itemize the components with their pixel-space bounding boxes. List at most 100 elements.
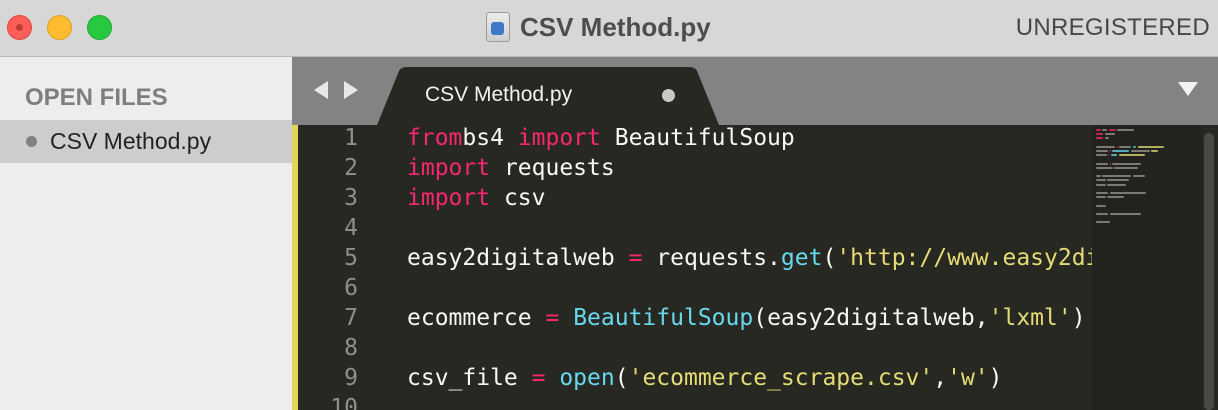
minimap-line [1109, 213, 1141, 215]
code-token: csv_file [407, 365, 532, 391]
code-token: , [933, 365, 948, 391]
code-line[interactable]: import requests [407, 153, 615, 183]
minimap-line [1096, 204, 1106, 207]
sidebar-file-item[interactable]: CSV Method.py [0, 120, 292, 163]
code-token: 'lxml' [988, 305, 1072, 331]
line-number: 1 [344, 125, 358, 151]
code-token: import [407, 185, 491, 211]
code-token: requests. [642, 245, 781, 271]
minimap-line [1096, 129, 1101, 131]
minimap-line [1114, 166, 1139, 169]
minimap-line [1096, 162, 1108, 165]
line-number: 8 [344, 335, 358, 361]
code-token: ) [1071, 305, 1086, 331]
line-number: 7 [344, 305, 358, 331]
code-token: ( [822, 245, 837, 271]
title-bar: CSV Method.py UNREGISTERED [0, 0, 1218, 57]
close-window-button[interactable] [7, 15, 32, 40]
line-number: 5 [344, 245, 358, 271]
minimap-line [1096, 183, 1106, 186]
code-line[interactable]: frombs4 import BeautifulSoup [407, 125, 795, 153]
code-token: easy2digitalweb [407, 245, 629, 271]
tab-modified-dot-icon[interactable] [662, 89, 675, 102]
code-token: open [545, 365, 615, 391]
minimap-line [1109, 150, 1111, 152]
minimap-line [1096, 150, 1108, 152]
minimap-line [1102, 129, 1108, 131]
line-number: 10 [330, 395, 358, 410]
minimap-line [1116, 145, 1118, 148]
minimap-line [1138, 145, 1165, 148]
tab-bar: CSV Method.py [292, 57, 1218, 125]
tab-csv-method[interactable]: CSV Method.py [377, 67, 727, 125]
minimap-line [1109, 192, 1146, 194]
minimap-line [1112, 162, 1141, 165]
minimap-line [1096, 166, 1113, 169]
minimap-line [1130, 150, 1150, 152]
code-editor[interactable]: 1 2 3 4 5 6 7 8 9 10 frombs4 import BeautifulSoup… [292, 125, 1218, 410]
minimap-line [1108, 129, 1116, 131]
code-area[interactable]: frombs4 import BeautifulSoup import reque… [407, 125, 1097, 410]
license-status: UNREGISTERED [1015, 14, 1210, 41]
minimap-line [1096, 137, 1104, 140]
minimap-line [1117, 129, 1135, 131]
minimap-line [1096, 154, 1107, 157]
code-token: BeautifulSoup [600, 125, 795, 151]
window-title-group: CSV Method.py [486, 10, 711, 44]
code-line[interactable]: csv_file = open('ecommerce_scrape.csv','… [407, 363, 1003, 393]
code-token: requests [490, 155, 615, 181]
code-token: import [517, 125, 601, 151]
minimap-line [1096, 179, 1106, 182]
code-token: = [545, 305, 560, 331]
code-token: ) [988, 365, 1003, 391]
line-number: 2 [344, 155, 358, 181]
code-token: 'http://www.easy2di [836, 245, 1097, 271]
line-number: 3 [344, 185, 358, 211]
code-token: 'ecommerce_scrape.csv' [628, 365, 934, 391]
line-number: 9 [344, 365, 358, 391]
minimap-line [1107, 179, 1129, 182]
code-token: (easy2digitalweb, [753, 305, 989, 331]
minimap-line [1107, 196, 1124, 199]
code-token: ecommerce [407, 305, 546, 331]
chevron-right-icon[interactable] [344, 81, 358, 99]
code-token: import [407, 155, 491, 181]
python-file-icon [486, 12, 510, 42]
chevron-left-icon[interactable] [314, 81, 328, 99]
minimap-line [1111, 154, 1117, 157]
minimap-line [1096, 192, 1108, 194]
minimap-line [1109, 162, 1111, 165]
window-title: CSV Method.py [520, 11, 711, 42]
minimap-line [1104, 133, 1116, 136]
code-line[interactable]: easy2digitalweb = requests.get('http://w… [407, 243, 1097, 273]
code-token: BeautifulSoup [559, 305, 754, 331]
minimap-line [1132, 175, 1145, 178]
code-token: bs4 [462, 125, 518, 151]
minimap-line [1096, 145, 1116, 148]
code-line[interactable]: import csv [407, 183, 545, 213]
vertical-scrollbar[interactable] [1204, 133, 1214, 410]
minimap-line [1132, 145, 1137, 148]
minimize-window-button[interactable] [47, 15, 72, 40]
minimap-line [1119, 145, 1132, 148]
code-token: csv [490, 185, 546, 211]
minimap-line [1104, 137, 1110, 140]
minimap-line [1102, 175, 1132, 178]
minimap-line [1107, 183, 1127, 186]
minimap-line [1096, 196, 1106, 199]
minimap-line [1118, 154, 1145, 157]
zoom-window-button[interactable] [87, 15, 112, 40]
modified-dot-icon [26, 136, 37, 147]
line-number: 6 [344, 275, 358, 301]
minimap-line [1108, 154, 1110, 157]
triangle-down-icon[interactable] [1178, 82, 1198, 96]
line-number: 4 [344, 215, 358, 241]
minimap-line [1151, 150, 1159, 152]
minimap-line [1096, 213, 1108, 215]
code-token: from [407, 125, 463, 151]
open-files-header: OPEN FILES [25, 84, 168, 111]
line-number-gutter: 1 2 3 4 5 6 7 8 9 10 [298, 125, 398, 410]
code-line[interactable]: ecommerce = BeautifulSoup(easy2digitalwe… [407, 303, 1086, 333]
code-token: = [531, 365, 546, 391]
minimap[interactable] [1092, 125, 1202, 410]
